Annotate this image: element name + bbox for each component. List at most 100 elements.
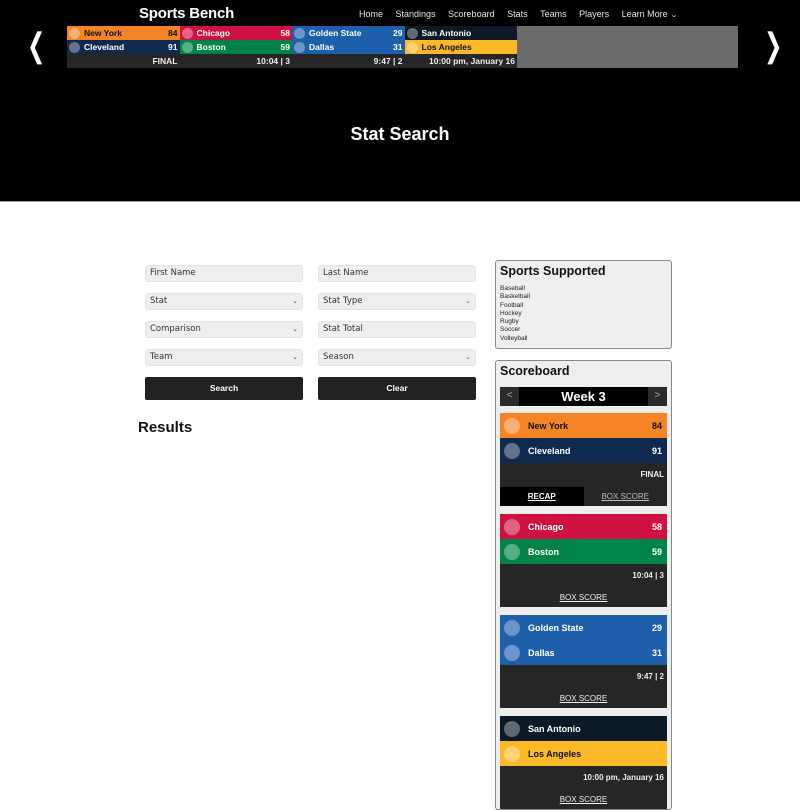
box-score-link[interactable]: BOX SCORE bbox=[500, 689, 667, 708]
ticker-prev-arrow-icon[interactable]: ❮ bbox=[27, 28, 45, 66]
team-score: 84 bbox=[651, 420, 662, 431]
team-select[interactable]: Team ⌄ bbox=[145, 349, 303, 366]
game-links: BOX SCORE bbox=[500, 689, 667, 708]
game-status: 10:04 | 3 bbox=[632, 571, 664, 580]
team-logo-icon bbox=[69, 27, 80, 39]
score-ticker: New York 84 Cleveland 91 FINAL Chicago 58 Bosto… bbox=[67, 26, 738, 68]
team-select-value: Team bbox=[150, 352, 173, 362]
sports-supported-title: Sports Supported bbox=[500, 264, 606, 278]
site-brand[interactable]: Sports Bench bbox=[139, 5, 234, 22]
week-selector: < Week 3 > bbox=[500, 387, 667, 406]
team-score: 58 bbox=[280, 28, 290, 38]
scoreboard-title: Scoreboard bbox=[500, 364, 570, 378]
nav-learn-more[interactable]: Learn More ⌄ bbox=[621, 9, 678, 19]
team-name: Los Angeles bbox=[528, 748, 582, 759]
team-name: Chicago bbox=[528, 521, 564, 532]
team-logo-icon bbox=[406, 27, 418, 39]
team-logo-icon bbox=[504, 644, 520, 661]
sport-item: Basketball bbox=[500, 293, 530, 301]
sports-supported-widget: Sports Supported Baseball Basketball Foo… bbox=[495, 260, 672, 349]
team-name: New York bbox=[84, 28, 122, 38]
comparison-select[interactable]: Comparison ⌄ bbox=[145, 321, 303, 338]
team-score: 84 bbox=[168, 28, 178, 38]
team-name: Cleveland bbox=[84, 42, 125, 52]
season-select[interactable]: Season ⌄ bbox=[318, 349, 476, 366]
site-header: Sports Bench Home Standings Scoreboard S… bbox=[0, 0, 800, 202]
sport-item: Baseball bbox=[500, 285, 525, 292]
team-score: 58 bbox=[651, 521, 662, 532]
nav-teams[interactable]: Teams bbox=[540, 9, 567, 19]
search-button[interactable]: Search bbox=[145, 377, 303, 400]
ticker-team-row: San Antonio bbox=[404, 26, 517, 40]
clear-button[interactable]: Clear bbox=[318, 377, 476, 400]
team-logo-icon bbox=[294, 41, 305, 53]
sports-list: Baseball Basketball Football Hockey Rugb… bbox=[500, 285, 671, 343]
main-nav: Home Standings Scoreboard Stats Teams Pl… bbox=[359, 9, 689, 19]
ticker-game[interactable]: San Antonio Los Angeles 10:00 pm, January … bbox=[404, 26, 517, 68]
stat-type-select-value: Stat Type bbox=[323, 296, 363, 306]
ticker-next-arrow-icon[interactable]: ❯ bbox=[764, 28, 782, 66]
scoreboard-team-row: Dallas 31 bbox=[500, 640, 667, 665]
stat-total-input[interactable]: Stat Total bbox=[318, 321, 476, 338]
ticker-team-row: Boston 59 bbox=[179, 40, 292, 54]
game-links: BOX SCORE bbox=[500, 588, 667, 607]
team-name: San Antonio bbox=[421, 28, 472, 38]
nav-scoreboard[interactable]: Scoreboard bbox=[448, 9, 495, 19]
nav-standings[interactable]: Standings bbox=[396, 9, 436, 19]
team-logo-icon bbox=[294, 27, 305, 39]
nav-stats[interactable]: Stats bbox=[507, 9, 528, 19]
ticker-game[interactable]: Golden State 29 Dallas 31 9:47 | 2 bbox=[292, 26, 405, 68]
ticker-game-status: 10:04 | 3 bbox=[179, 54, 292, 68]
box-score-link[interactable]: BOX SCORE bbox=[500, 588, 667, 607]
nav-home[interactable]: Home bbox=[359, 9, 383, 19]
first-name-input[interactable]: First Name bbox=[145, 265, 303, 282]
week-prev-button[interactable]: < bbox=[500, 387, 519, 406]
scoreboard-team-row: San Antonio bbox=[500, 716, 667, 741]
week-next-button[interactable]: > bbox=[648, 387, 667, 406]
game-status: 10:00 pm, January 16 bbox=[583, 773, 664, 782]
team-name: Golden State bbox=[528, 622, 584, 633]
season-select-value: Season bbox=[323, 352, 354, 362]
stat-type-select[interactable]: Stat Type ⌄ bbox=[318, 293, 476, 310]
chevron-down-icon: ⌄ bbox=[669, 12, 678, 19]
nav-learn-more-label: Learn More bbox=[621, 9, 668, 19]
scoreboard-widget: Scoreboard < Week 3 > New York 84 Clevelan… bbox=[495, 360, 672, 810]
scoreboard-team-row: Chicago 58 bbox=[500, 514, 667, 539]
team-score: 91 bbox=[168, 42, 178, 52]
scoreboard-game: Golden State 29 Dallas 31 9:47 | 2 BOX SCORE bbox=[500, 615, 667, 708]
team-name: Dallas bbox=[528, 647, 555, 658]
scoreboard-game: Chicago 58 Boston 59 10:04 | 3 BOX SCORE bbox=[500, 514, 667, 607]
team-logo-icon bbox=[504, 417, 520, 434]
chevron-down-icon: ⌄ bbox=[292, 297, 298, 305]
sport-item: Football bbox=[500, 301, 524, 309]
team-logo-icon bbox=[181, 27, 193, 39]
box-score-link[interactable]: BOX SCORE bbox=[584, 487, 668, 506]
team-score: 59 bbox=[280, 42, 290, 52]
team-logo-icon bbox=[504, 720, 520, 737]
ticker-game-status: FINAL bbox=[67, 54, 180, 68]
game-status: FINAL bbox=[640, 470, 664, 479]
team-name: Los Angeles bbox=[421, 42, 472, 52]
scoreboard-team-row: Golden State 29 bbox=[500, 615, 667, 640]
ticker-team-row: Los Angeles bbox=[404, 40, 517, 54]
nav-players[interactable]: Players bbox=[579, 9, 609, 19]
ticker-game-status: 9:47 | 2 bbox=[292, 54, 405, 68]
ticker-game[interactable]: New York 84 Cleveland 91 FINAL bbox=[67, 26, 180, 68]
last-name-input[interactable]: Last Name bbox=[318, 265, 476, 282]
ticker-team-row: Golden State 29 bbox=[292, 26, 405, 40]
stat-select[interactable]: Stat ⌄ bbox=[145, 293, 303, 310]
recap-link[interactable]: RECAP bbox=[500, 487, 584, 506]
sport-item: Volleyball bbox=[500, 334, 528, 342]
ticker-team-row: Cleveland 91 bbox=[67, 40, 180, 54]
ticker-game[interactable]: Chicago 58 Boston 59 10:04 | 3 bbox=[179, 26, 292, 68]
team-name: Golden State bbox=[309, 28, 362, 38]
chevron-down-icon: ⌄ bbox=[292, 353, 298, 361]
team-score: 91 bbox=[651, 445, 662, 456]
team-logo-icon bbox=[504, 543, 520, 560]
page-title: Stat Search bbox=[350, 124, 450, 144]
game-status: 9:47 | 2 bbox=[636, 672, 664, 681]
team-logo-icon bbox=[181, 41, 193, 53]
team-score: 59 bbox=[651, 546, 662, 557]
scoreboard-team-row: New York 84 bbox=[500, 413, 667, 438]
team-name: Dallas bbox=[309, 42, 335, 52]
